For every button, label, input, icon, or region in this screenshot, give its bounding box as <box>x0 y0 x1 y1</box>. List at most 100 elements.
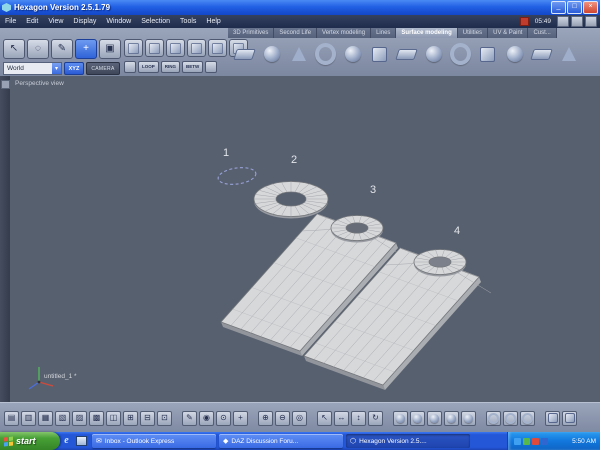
crown-icon[interactable] <box>504 41 525 67</box>
shading-smooth-icon[interactable] <box>427 410 442 426</box>
manipulator-tool-icon[interactable]: + <box>75 39 97 59</box>
between-button[interactable]: BETW <box>182 61 204 73</box>
zoom-out-icon[interactable]: ⊖ <box>275 410 290 426</box>
camera-tool-icon[interactable]: ▣ <box>99 39 121 59</box>
select-arrow-icon[interactable]: ↖ <box>3 39 25 59</box>
ring-button[interactable]: RING <box>160 61 181 73</box>
viewport-split-h-icon[interactable]: ▥ <box>21 410 36 426</box>
fillet-icon[interactable] <box>530 41 553 67</box>
xyz-button[interactable]: XYZ <box>64 62 84 75</box>
shading-transparent-icon[interactable] <box>461 410 476 426</box>
viewport-layout5-icon[interactable]: ▨ <box>72 410 87 426</box>
menu-item[interactable]: Edit <box>21 18 43 25</box>
maximize-button[interactable]: □ <box>567 1 582 14</box>
shading-textured-icon[interactable] <box>444 410 459 426</box>
viewport-single-icon[interactable]: ▤ <box>4 410 19 426</box>
task-daz-forum[interactable]: ◆ DAZ Discussion Foru... <box>219 434 343 448</box>
material-ball-icon[interactable] <box>503 410 518 426</box>
properties-panel-icon[interactable] <box>545 410 560 426</box>
coons-surface-icon[interactable] <box>342 41 363 67</box>
task-hexagon[interactable]: ⬡ Hexagon Version 2.5.... <box>346 434 470 448</box>
doc-restore-button[interactable] <box>571 16 583 27</box>
menu-item[interactable]: Tools <box>175 18 201 25</box>
edge-loop-icon[interactable] <box>145 39 164 57</box>
tray-alert-icon[interactable] <box>532 437 539 445</box>
sweep-surface-icon[interactable] <box>315 41 336 67</box>
start-button[interactable]: start <box>0 432 60 450</box>
rotate-view-icon[interactable]: ↻ <box>368 410 383 426</box>
edge-ring-icon[interactable] <box>166 39 185 57</box>
extrude-surface-icon[interactable] <box>288 41 309 67</box>
revolution-icon[interactable] <box>450 41 471 67</box>
menu-item[interactable]: Help <box>201 18 225 25</box>
viewport-dual-icon[interactable]: ◫ <box>106 410 121 426</box>
loop-button[interactable]: LOOP <box>138 61 159 73</box>
perspective-viewport[interactable]: 1 2 3 4 Perspective view untitled_1 * <box>10 76 600 402</box>
viewport-split-v-icon[interactable]: ▦ <box>38 410 53 426</box>
snap-center-icon[interactable]: ◉ <box>199 410 214 426</box>
viewport-panel-icon[interactable] <box>1 80 10 89</box>
shading-flat-icon[interactable] <box>410 410 425 426</box>
tray-shield-icon[interactable] <box>523 437 530 445</box>
pan-v-icon[interactable]: ↕ <box>351 410 366 426</box>
grid-dot-icon[interactable]: ⊡ <box>157 410 172 426</box>
tessellate-icon[interactable] <box>124 39 143 57</box>
viewport-scene[interactable]: 1 2 3 4 <box>10 76 600 402</box>
tab-utilities[interactable]: Utilities <box>457 28 489 38</box>
shading-wireframe-icon[interactable] <box>393 410 408 426</box>
menu-item[interactable]: Selection <box>136 18 175 25</box>
tab-second-life[interactable]: Second Life <box>274 28 318 38</box>
minimize-button[interactable]: _ <box>551 1 566 14</box>
viewport-quad-icon[interactable]: ▧ <box>55 410 70 426</box>
tab-uv-paint[interactable]: UV & Paint <box>488 28 529 38</box>
grid-toggle-icon[interactable]: ⊞ <box>123 410 138 426</box>
select-faces-icon[interactable] <box>205 61 218 73</box>
dissolve-icon[interactable] <box>208 39 227 57</box>
lasso-select-icon[interactable]: ◌ <box>27 39 49 59</box>
camera-button[interactable]: CAMERA <box>86 62 120 75</box>
tab-3d-primitives[interactable]: 3D Primitives <box>228 28 275 38</box>
tray-network-icon[interactable] <box>514 437 521 445</box>
tab-cust[interactable]: Cust... <box>528 28 557 38</box>
step-1-selection-ellipse[interactable] <box>217 165 257 186</box>
zoom-fit-icon[interactable]: ◎ <box>292 410 307 426</box>
magnet-icon[interactable]: ⊙ <box>216 410 231 426</box>
connect-icon[interactable] <box>187 39 206 57</box>
bridge-icon[interactable] <box>558 41 579 67</box>
menu-item[interactable]: View <box>43 18 68 25</box>
doc-close-button[interactable] <box>585 16 597 27</box>
menu-item[interactable]: Window <box>101 18 136 25</box>
dropdown-arrow-icon[interactable]: ▾ <box>52 63 61 74</box>
light-toggle-icon[interactable] <box>520 410 535 426</box>
tray-volume-icon[interactable] <box>541 437 548 445</box>
grid-minus-icon[interactable]: ⊟ <box>140 410 155 426</box>
gordon-surface-icon[interactable] <box>369 41 390 67</box>
viewport-layout6-icon[interactable]: ▩ <box>89 410 104 426</box>
close-button[interactable]: × <box>583 1 598 14</box>
task-outlook-express[interactable]: ✉ Inbox - Outlook Express <box>92 434 216 448</box>
thickness-icon[interactable] <box>233 41 256 67</box>
title-bar[interactable]: Hexagon Version 2.5.1.79 _ □ × <box>0 0 600 15</box>
tab-vertex-modeling[interactable]: Vertex modeling <box>317 28 372 38</box>
draw-icon[interactable]: ✎ <box>182 410 197 426</box>
double-sweep-icon[interactable] <box>395 41 418 67</box>
pen-tool-icon[interactable]: ✎ <box>51 39 73 59</box>
show-desktop-icon[interactable] <box>75 434 88 447</box>
offset-surface-icon[interactable] <box>477 41 498 67</box>
doc-minimize-button[interactable] <box>557 16 569 27</box>
pan-h-icon[interactable]: ↔ <box>334 410 349 426</box>
tab-lines[interactable]: Lines <box>371 28 397 38</box>
tab-surface-modeling[interactable]: Surface modeling <box>396 28 458 38</box>
menu-item[interactable]: File <box>0 18 21 25</box>
zoom-in-icon[interactable]: ⊕ <box>258 410 273 426</box>
internet-explorer-icon[interactable]: e <box>60 434 73 447</box>
menu-item[interactable]: Display <box>68 18 101 25</box>
world-selector[interactable]: World ▾ <box>3 62 62 75</box>
step-2-ring-object[interactable] <box>253 181 329 219</box>
select-edges-icon[interactable] <box>124 61 136 73</box>
scene-tree-icon[interactable] <box>562 410 577 426</box>
select-mode-icon[interactable]: ↖ <box>317 410 332 426</box>
smoothing-icon[interactable] <box>261 41 282 67</box>
ruled-surface-icon[interactable] <box>423 41 444 67</box>
add-icon[interactable]: + <box>233 410 248 426</box>
